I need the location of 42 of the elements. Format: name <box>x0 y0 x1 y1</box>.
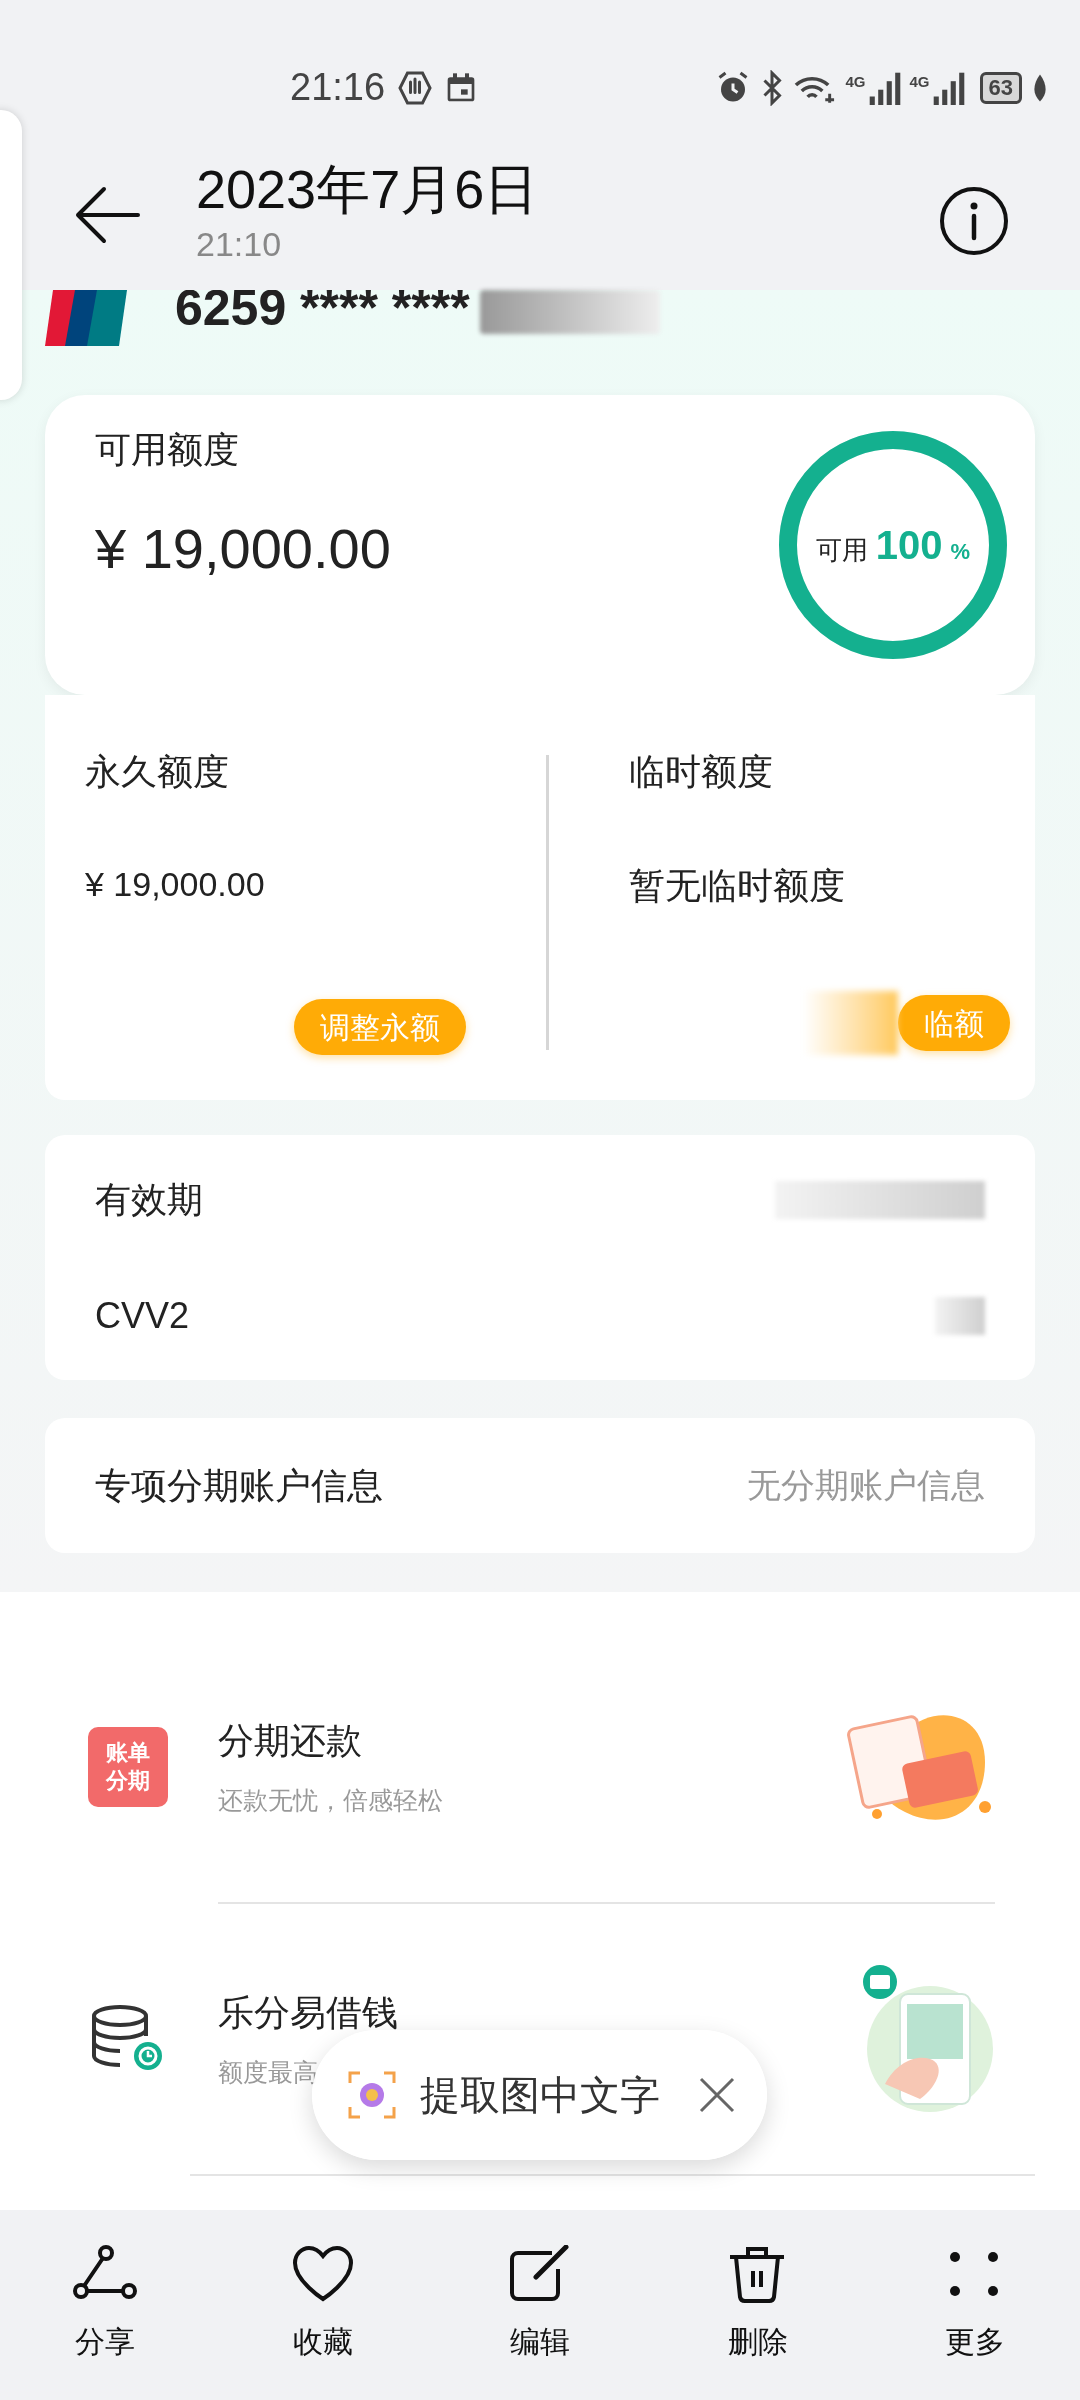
ring-percent: 100 <box>875 522 943 569</box>
battery-level: 63 <box>979 71 1022 104</box>
popup-text[interactable]: 提取图中文字 <box>420 2065 660 2125</box>
limit-value: ¥ 19,000.00 <box>85 864 266 905</box>
info-label: CVV2 <box>95 1293 190 1338</box>
hand-icon <box>397 69 434 106</box>
installment-label: 专项分期账户信息 <box>95 1463 383 1508</box>
camera-lens-icon <box>348 2071 396 2119</box>
limit-value: 暂无临时额度 <box>629 864 846 908</box>
service-title: 乐分易借钱 <box>218 1991 398 2036</box>
service-title: 分期还款 <box>218 1719 363 1764</box>
limit-label: 永久额度 <box>85 750 230 794</box>
toolbar-button[interactable]: 收藏 <box>257 2245 388 2375</box>
network-type: 4G <box>845 71 866 92</box>
limit-label: 临时额度 <box>629 750 774 794</box>
ring-label: 可用 <box>815 534 868 567</box>
signal-icon <box>931 70 966 105</box>
toolbar-button[interactable]: 编辑 <box>475 2245 605 2375</box>
available-limit-amount: ¥ 19,000.00 <box>95 516 391 582</box>
photo-date: 2023年7月6日 <box>196 158 539 221</box>
installment-value: 无分期账户信息 <box>747 1465 985 1506</box>
installment-row[interactable]: 专项分期账户信息 无分期账户信息 <box>45 1418 1035 1553</box>
info-button[interactable] <box>938 185 1010 257</box>
available-limit-label: 可用额度 <box>95 428 240 472</box>
photo-time: 21:10 <box>196 224 283 265</box>
service-subtitle: 还款无忧，倍感轻松 <box>218 1785 443 1817</box>
signal-icon <box>867 70 902 105</box>
close-icon <box>697 2075 737 2115</box>
network-type: 4G <box>909 71 930 92</box>
toolbar-button[interactable]: 分享 <box>40 2245 170 2375</box>
info-icon <box>938 185 1010 257</box>
status-time: 21:16 <box>290 65 386 110</box>
toolbar-button[interactable]: 更多 <box>910 2245 1040 2375</box>
percent-sign: % <box>950 538 971 566</box>
toolbar-button[interactable]: 删除 <box>692 2245 823 2375</box>
close-button[interactable] <box>697 2075 737 2115</box>
blurred-block <box>935 1296 985 1335</box>
info-label: 有效期 <box>95 1177 203 1222</box>
icon-label: 账单 <box>106 1739 150 1767</box>
card-number: 6259 **** **** <box>175 290 470 326</box>
icon-label: 分期 <box>106 1767 150 1795</box>
back-arrow-icon <box>74 185 140 245</box>
